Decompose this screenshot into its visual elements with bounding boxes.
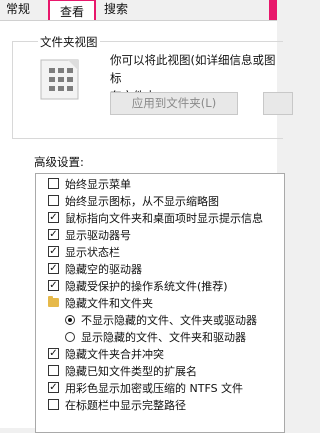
apply-to-folders-button[interactable]: 应用到文件夹(L)	[110, 92, 238, 115]
list-item-label: 始终显示菜单	[65, 178, 131, 191]
list-item-label: 显示驱动器号	[65, 229, 131, 242]
radio-button[interactable]	[65, 315, 75, 325]
tab-general[interactable]: 常规	[2, 0, 34, 19]
checkbox[interactable]: ✓	[48, 348, 59, 359]
checkbox[interactable]: ✓	[48, 280, 59, 291]
folder-icon	[48, 296, 59, 307]
radio-button[interactable]	[65, 332, 75, 342]
list-item-label: 隐藏文件和文件夹	[65, 297, 153, 310]
list-item-label: 始终显示图标，从不显示缩略图	[65, 195, 219, 208]
list-item-label: 在标题栏中显示完整路径	[65, 399, 186, 412]
folder-views-title: 文件夹视图	[38, 34, 100, 50]
advanced-settings-list[interactable]: 始终显示菜单 始终显示图标，从不显示缩略图 ✓ 鼠标指向文件夹和桌面项时显示提示…	[35, 173, 285, 433]
checkbox[interactable]	[48, 399, 59, 410]
checkbox[interactable]: ✓	[48, 229, 59, 240]
list-item-label: 隐藏已知文件类型的扩展名	[65, 365, 197, 378]
list-item-label: 隐藏受保护的操作系统文件(推荐)	[65, 280, 228, 293]
checkbox[interactable]: ✓	[48, 382, 59, 393]
checkbox[interactable]	[48, 178, 59, 189]
list-item-label: 显示状态栏	[65, 246, 120, 259]
description-line-1: 你可以将此视图(如详细信息或图标	[110, 53, 276, 85]
tab-search[interactable]: 搜索	[100, 0, 132, 19]
tab-bar: 常规 查看 搜索	[0, 0, 277, 20]
list-item-label: 鼠标指向文件夹和桌面项时显示提示信息	[65, 212, 263, 225]
list-item-label: 显示隐藏的文件、文件夹和驱动器	[81, 331, 246, 344]
folder-view-icon	[40, 59, 79, 100]
list-item-label: 隐藏文件夹合并冲突	[65, 348, 164, 361]
list-item-label: 隐藏空的驱动器	[65, 263, 142, 276]
checkbox[interactable]: ✓	[48, 212, 59, 223]
checkbox[interactable]: ✓	[48, 263, 59, 274]
checkbox[interactable]	[48, 195, 59, 206]
checkbox[interactable]: ✓	[48, 246, 59, 257]
advanced-settings-title: 高级设置:	[34, 155, 84, 169]
list-item-label: 用彩色显示加密或压缩的 NTFS 文件	[65, 382, 244, 395]
reset-folders-button[interactable]	[263, 92, 293, 115]
list-item-label: 不显示隐藏的文件、文件夹或驱动器	[81, 314, 257, 327]
tab-view[interactable]: 查看	[48, 0, 96, 20]
checkbox[interactable]	[48, 365, 59, 376]
